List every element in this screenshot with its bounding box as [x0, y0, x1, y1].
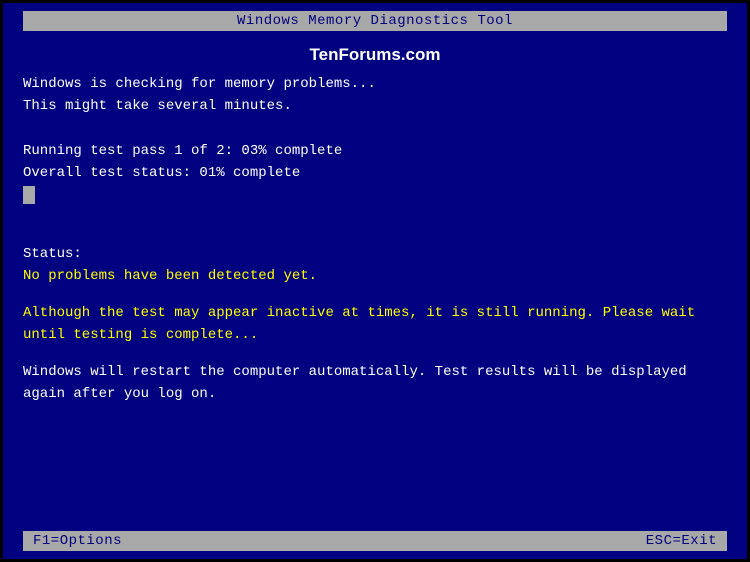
progress-cursor: [23, 185, 727, 207]
test-pass-progress: Running test pass 1 of 2: 03% complete: [23, 140, 727, 162]
content-area: Windows is checking for memory problems.…: [3, 73, 747, 405]
f1-options-hint[interactable]: F1=Options: [33, 533, 122, 549]
cursor-block-icon: [23, 186, 35, 204]
restart-message: Windows will restart the computer automa…: [23, 361, 727, 406]
overall-status: Overall test status: 01% complete: [23, 162, 727, 184]
watermark: TenForums.com: [3, 31, 747, 73]
checking-line1: Windows is checking for memory problems.…: [23, 73, 727, 95]
status-label: Status:: [23, 243, 727, 265]
diagnostics-screen: Windows Memory Diagnostics Tool TenForum…: [0, 0, 750, 562]
status-message: No problems have been detected yet.: [23, 265, 727, 287]
footer-bar: F1=Options ESC=Exit: [23, 531, 727, 551]
checking-line2: This might take several minutes.: [23, 95, 727, 117]
esc-exit-hint[interactable]: ESC=Exit: [646, 533, 717, 549]
inactive-message: Although the test may appear inactive at…: [23, 302, 727, 347]
title-bar: Windows Memory Diagnostics Tool: [23, 11, 727, 31]
